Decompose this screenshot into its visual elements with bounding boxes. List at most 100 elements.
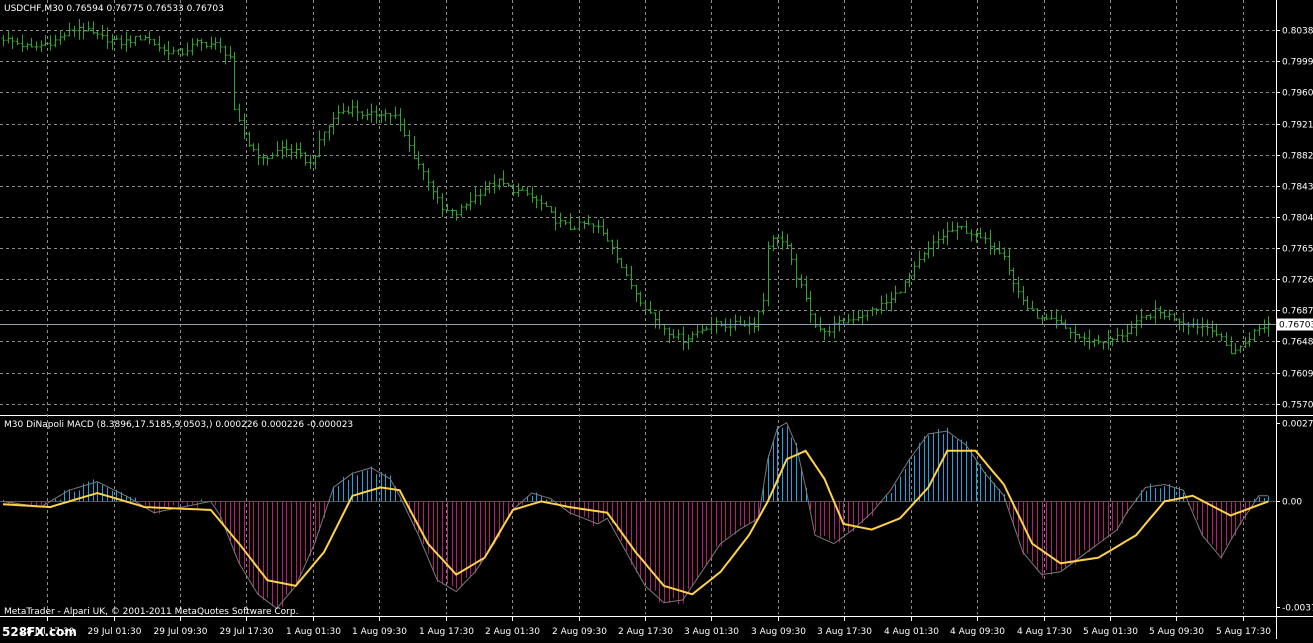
price-bar — [209, 36, 214, 50]
price-bar — [926, 241, 931, 259]
price-bar — [780, 230, 785, 250]
copyright-text: MetaTrader - Alpari UK, © 2001-2011 Meta… — [4, 607, 298, 617]
price-bar — [553, 206, 558, 231]
price-bar — [1191, 318, 1196, 328]
price-bar — [903, 279, 908, 293]
price-bar — [247, 131, 252, 148]
time-tick-label: 1 Aug 17:30 — [419, 627, 474, 637]
price-bar — [761, 292, 766, 315]
price-bar — [421, 163, 426, 181]
price-bar — [501, 170, 506, 187]
price-bar — [308, 154, 313, 169]
price-bar — [752, 317, 757, 333]
price-bar — [563, 219, 568, 225]
price-bar — [586, 215, 591, 226]
price-bar — [232, 51, 237, 111]
axes: 0.80380 0.79990 0.79600 0.79210 0.78820 0.784… — [0, 27, 1313, 637]
price-bar — [889, 291, 894, 312]
price-bar — [582, 220, 587, 230]
time-tick-label: 5 Aug 01:30 — [1083, 627, 1138, 637]
price-bar — [119, 35, 124, 50]
price-bar — [988, 229, 993, 255]
price-bar — [865, 310, 870, 321]
price-bar — [6, 30, 11, 44]
price-bar — [1257, 323, 1262, 336]
price-bar — [100, 24, 105, 40]
price-bar — [1186, 322, 1191, 335]
price-bar — [667, 327, 672, 344]
price-bar — [317, 130, 322, 158]
price-bar — [1049, 310, 1054, 320]
price-bar — [289, 143, 294, 160]
price-bar — [218, 37, 223, 53]
price-tick-label: 0.76480 — [1282, 338, 1313, 348]
macd-tick-label: 0.00 — [1282, 498, 1302, 508]
time-tick-label: 3 Aug 09:30 — [751, 627, 806, 637]
price-bar — [808, 290, 813, 323]
price-bar — [832, 315, 837, 339]
price-bar — [77, 19, 82, 40]
price-bar — [195, 38, 200, 47]
price-bar — [157, 35, 162, 52]
time-tick-label: 1 Aug 09:30 — [352, 627, 407, 637]
price-bar — [1021, 286, 1026, 306]
price-bar — [256, 143, 261, 166]
price-bar — [638, 291, 643, 307]
time-tick-label: 2 Aug 01:30 — [485, 627, 540, 637]
price-bar — [1077, 333, 1082, 339]
time-tick-label: 4 Aug 01:30 — [884, 627, 939, 637]
chart-canvas: 0.80380 0.79990 0.79600 0.79210 0.78820 0.784… — [0, 0, 1313, 639]
price-bar — [1040, 315, 1045, 326]
price-bar — [341, 103, 346, 115]
price-bar — [1144, 315, 1149, 320]
price-bar — [393, 106, 398, 119]
price-bar — [228, 46, 233, 60]
price-bar — [1195, 319, 1200, 335]
price-bar — [671, 329, 676, 339]
price-bar — [530, 186, 535, 203]
price-bar — [766, 241, 771, 307]
price-bar — [1082, 332, 1087, 346]
price-bar — [1007, 247, 1012, 276]
price-bar — [1002, 247, 1007, 261]
price-bar — [402, 118, 407, 137]
price-tick-label: 0.77260 — [1282, 276, 1313, 286]
price-bar — [959, 225, 964, 230]
price-bar — [700, 324, 705, 335]
price-bar — [1233, 343, 1238, 355]
price-bar — [110, 33, 115, 51]
price-bar — [133, 35, 138, 46]
price-bar — [572, 226, 577, 230]
price-bar — [1167, 309, 1172, 321]
time-tick-label: 2 Aug 17:30 — [618, 627, 673, 637]
price-bar — [624, 264, 629, 277]
price-bar — [1252, 328, 1257, 342]
price-bar — [591, 223, 596, 234]
price-bar — [1120, 329, 1125, 343]
price-bar — [596, 219, 601, 234]
price-bar — [303, 151, 308, 166]
price-bar — [525, 186, 530, 197]
price-bar — [534, 195, 539, 209]
price-bar — [383, 108, 388, 122]
price-bar — [922, 251, 927, 263]
price-bar — [1139, 308, 1144, 329]
price-bar — [1115, 327, 1120, 341]
price-bar — [374, 105, 379, 124]
price-bar — [336, 105, 341, 125]
price-bar — [360, 111, 365, 120]
price-bar — [851, 311, 856, 324]
price-bar — [327, 124, 332, 141]
signal-line — [2, 449, 1269, 596]
price-bar — [322, 131, 327, 146]
time-tick-label: 4 Aug 09:30 — [950, 627, 1005, 637]
price-bar — [662, 324, 667, 336]
price-bar — [931, 234, 936, 257]
price-bar — [468, 192, 473, 211]
price-bar — [86, 21, 91, 32]
price-bar — [1238, 345, 1243, 353]
price-bar — [39, 40, 44, 52]
macd-signal — [2, 421, 1269, 610]
price-bar — [747, 316, 752, 335]
price-bar — [440, 193, 445, 218]
